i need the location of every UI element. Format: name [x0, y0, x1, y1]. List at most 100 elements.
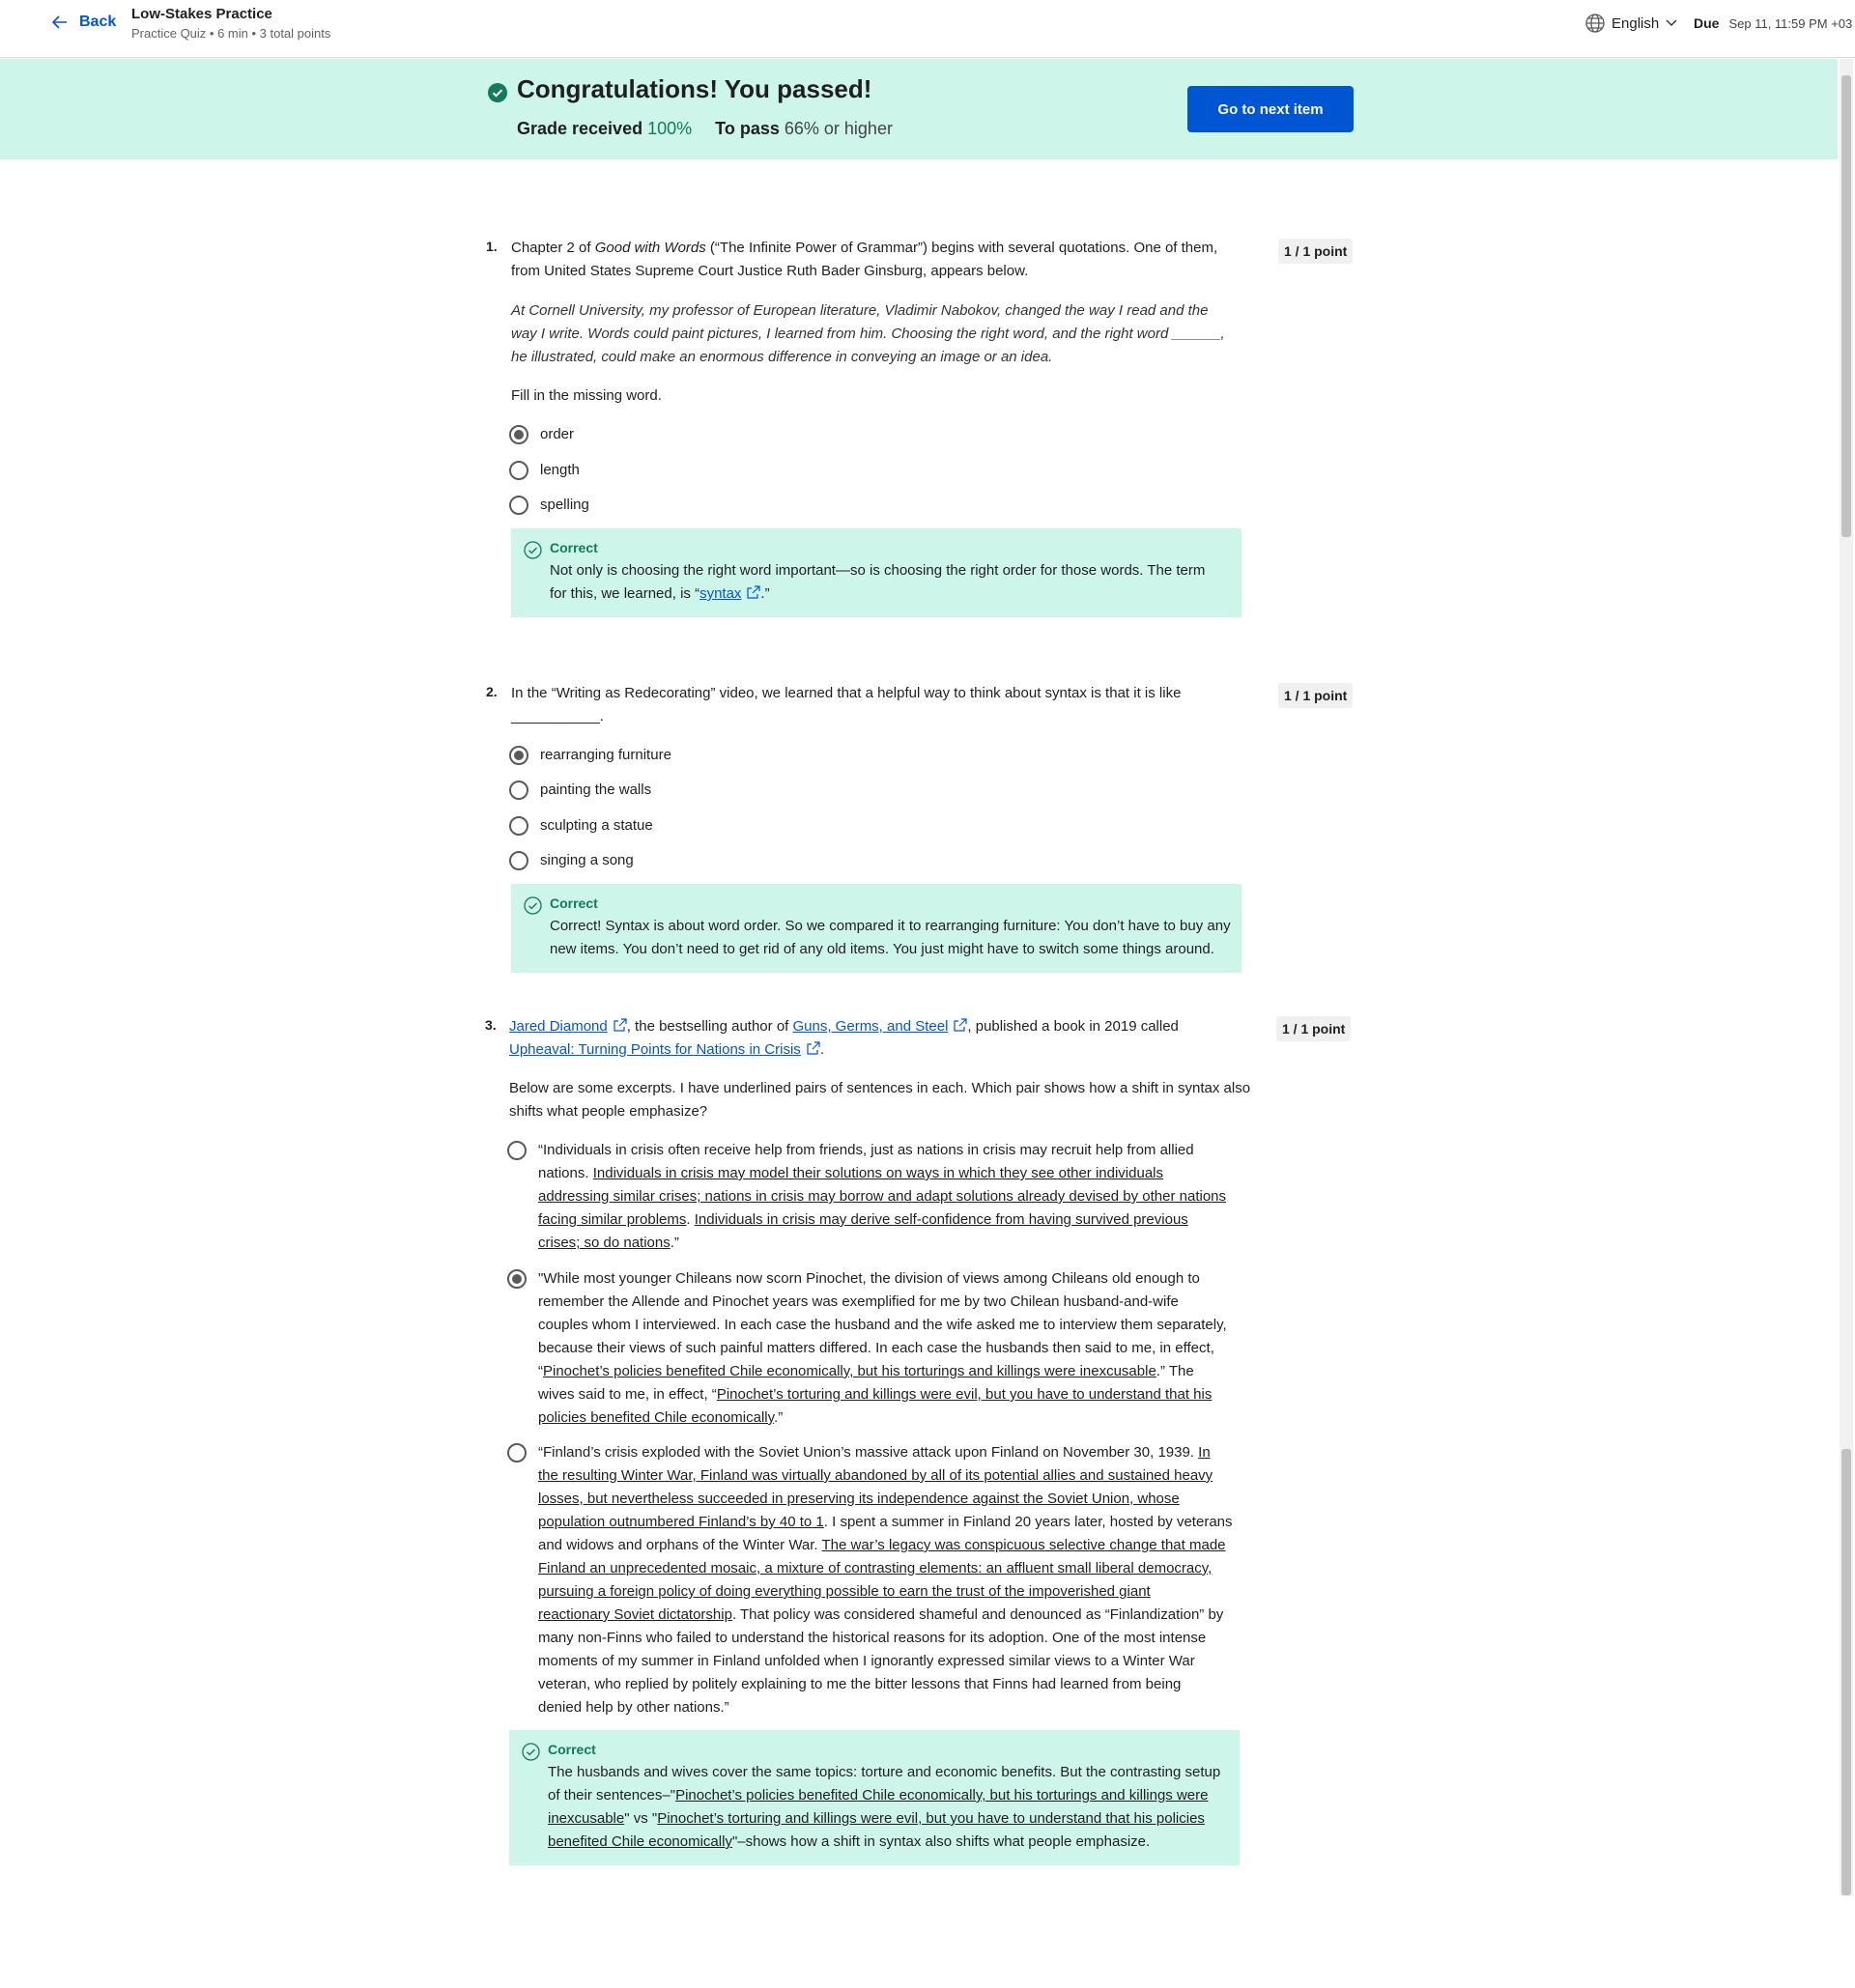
underlined-text: crises; so do nations: [538, 1235, 671, 1251]
option-length[interactable]: length: [509, 459, 580, 482]
underlined-text: the resulting Winter War, Finland was vi…: [538, 1467, 1213, 1484]
excerpt-text: .”: [774, 1409, 784, 1426]
arrow-left-icon: [51, 15, 67, 29]
option-label: rearranging furniture: [540, 747, 671, 763]
feedback-line: " vs ": [624, 1810, 658, 1827]
question-stem: Chapter 2 of Good with Words (“The Infin…: [511, 237, 1217, 283]
option-individuals-in-crisis[interactable]: “Individuals in crisis often receive hel…: [507, 1139, 1226, 1255]
intro-line: shifts what people emphasize?: [509, 1103, 708, 1120]
radio-selected[interactable]: [509, 425, 528, 444]
feedback-correct: Correct The husbands and wives cover the…: [509, 1730, 1240, 1865]
external-link-icon[interactable]: [807, 1041, 820, 1055]
option-singing-a-song[interactable]: singing a song: [509, 849, 634, 872]
result-banner: Congratulations! You passed! Grade recei…: [0, 59, 1838, 159]
stem-text: ___________.: [511, 708, 604, 724]
excerpt-text: "While most younger Chileans now scorn P…: [538, 1270, 1200, 1287]
stem-text: .: [819, 1041, 824, 1058]
upheaval-link[interactable]: Upheaval: Turning Points for Nations in …: [509, 1041, 801, 1058]
ginsburg-quote: At Cornell University, my professor of E…: [511, 299, 1225, 369]
language-label: English: [1612, 14, 1660, 32]
back-button[interactable]: Back: [50, 13, 116, 32]
radio[interactable]: [509, 461, 528, 480]
excerpt-text: .: [686, 1211, 695, 1228]
option-label: “Finland’s crisis exploded with the Sovi…: [538, 1441, 1233, 1719]
question-stem: Jared Diamond , the bestselling author of…: [509, 1015, 1179, 1062]
feedback-text: Not only is choosing the right word impo…: [550, 559, 1205, 606]
radio[interactable]: [507, 1443, 527, 1463]
question-number: 2.: [486, 684, 498, 699]
points-badge: 1 / 1 point: [1278, 683, 1354, 708]
option-rearranging-furniture[interactable]: rearranging furniture: [509, 744, 671, 767]
stem-text: , the bestselling author of: [626, 1018, 793, 1035]
check-circle-outline-icon: [522, 1743, 540, 1761]
next-item-button[interactable]: Go to next item: [1187, 86, 1354, 132]
underlined-text: Pinochet’s torturing and killings were e…: [657, 1810, 1205, 1827]
radio[interactable]: [509, 851, 528, 870]
option-sculpting-a-statue[interactable]: sculpting a statue: [509, 814, 653, 838]
excerpt-text: .” The: [1156, 1363, 1194, 1379]
quote-line: way I write. Words could paint pictures,…: [511, 326, 1225, 342]
option-painting-the-walls[interactable]: painting the walls: [509, 779, 651, 802]
language-selector[interactable]: English: [1584, 13, 1678, 34]
excerpt-text: many non-Finns who failed to understand …: [538, 1630, 1207, 1646]
radio[interactable]: [509, 496, 528, 515]
external-link-icon[interactable]: [747, 585, 761, 599]
scrollbar-thumb-lower[interactable]: [1841, 1449, 1851, 1895]
stem-text: Chapter 2 of: [511, 240, 595, 256]
underlined-text: inexcusable: [548, 1810, 625, 1827]
check-circle-outline-icon: [524, 541, 542, 559]
grade-value: 100%: [647, 119, 693, 138]
item-subtitle: Practice Quiz • 6 min • 3 total points: [131, 26, 331, 41]
jared-diamond-link[interactable]: Jared Diamond: [509, 1018, 608, 1035]
excerpt-text: veteran, who replied by politely explain…: [538, 1676, 1182, 1692]
option-label: "While most younger Chileans now scorn P…: [538, 1267, 1227, 1430]
intro-line: Below are some excerpts. I have underlin…: [509, 1080, 1251, 1096]
underlined-text: Individuals in crisis may derive self-co…: [694, 1211, 1188, 1228]
underlined-text: facing similar problems: [538, 1211, 687, 1228]
excerpt-text: . That policy was considered shameful an…: [731, 1606, 1224, 1623]
feedback-line: The husbands and wives cover the same to…: [548, 1764, 1221, 1780]
feedback-correct: Correct Correct! Syntax is about word or…: [511, 884, 1241, 973]
book-title: Good with Words: [594, 240, 706, 256]
underlined-text: losses, but nevertheless succeeded in pr…: [538, 1491, 1180, 1507]
syntax-link[interactable]: syntax: [699, 585, 741, 602]
feedback-title: Correct: [548, 1742, 596, 1757]
option-label: “Individuals in crisis often receive hel…: [538, 1139, 1226, 1255]
option-finland-crisis[interactable]: “Finland’s crisis exploded with the Sovi…: [507, 1441, 1233, 1719]
excerpt-text: “Individuals in crisis often receive hel…: [538, 1142, 1194, 1158]
feedback-line: Correct! Syntax is about word order. So …: [550, 918, 1231, 934]
excerpt-text: . I spent a summer in Finland 20 years l…: [823, 1514, 1233, 1530]
option-label: singing a song: [540, 852, 634, 868]
option-order[interactable]: order: [509, 423, 574, 446]
check-circle-outline-icon: [524, 896, 542, 915]
grade-summary: Grade received 100% To pass 66% or highe…: [517, 119, 893, 139]
external-link-icon[interactable]: [954, 1018, 968, 1032]
excerpt-text: couples whom I interviewed. In each case…: [538, 1317, 1227, 1333]
pass-value: 66% or higher: [784, 119, 893, 138]
underlined-text: In: [1198, 1444, 1211, 1461]
feedback-title: Correct: [550, 540, 598, 555]
external-link-icon[interactable]: [614, 1018, 627, 1032]
scrollbar-thumb[interactable]: [1841, 75, 1851, 537]
radio-selected[interactable]: [507, 1269, 527, 1289]
option-spelling[interactable]: spelling: [509, 494, 589, 517]
feedback-correct: Correct Not only is choosing the right w…: [511, 528, 1241, 617]
excerpt-text: moments of my summer in Finland unfolded…: [538, 1653, 1195, 1669]
option-label: length: [540, 462, 580, 478]
chevron-down-icon: [1666, 19, 1677, 26]
underlined-text: reactionary Soviet dictatorship: [538, 1606, 732, 1623]
radio[interactable]: [509, 816, 528, 836]
radio[interactable]: [509, 781, 528, 800]
guns-germs-steel-link[interactable]: Guns, Germs, and Steel: [793, 1018, 949, 1035]
excerpt-text: and widows and orphans of the Winter War…: [538, 1537, 822, 1553]
quote-line: At Cornell University, my professor of E…: [511, 302, 1209, 319]
radio[interactable]: [507, 1141, 527, 1160]
radio-selected[interactable]: [509, 746, 528, 765]
top-header: Back Low-Stakes Practice Practice Quiz •…: [0, 0, 1855, 58]
option-pinochet-couples[interactable]: "While most younger Chileans now scorn P…: [507, 1267, 1227, 1430]
underlined-text: Pinochet’s torturing and killings were e…: [716, 1386, 1213, 1403]
quote-line: he illustrated, could make an enormous d…: [511, 349, 1053, 365]
question-prompt: Fill in the missing word.: [511, 387, 662, 404]
grade-label: Grade received: [517, 119, 643, 138]
underlined-text: Individuals in crisis may model their so…: [592, 1165, 1163, 1181]
